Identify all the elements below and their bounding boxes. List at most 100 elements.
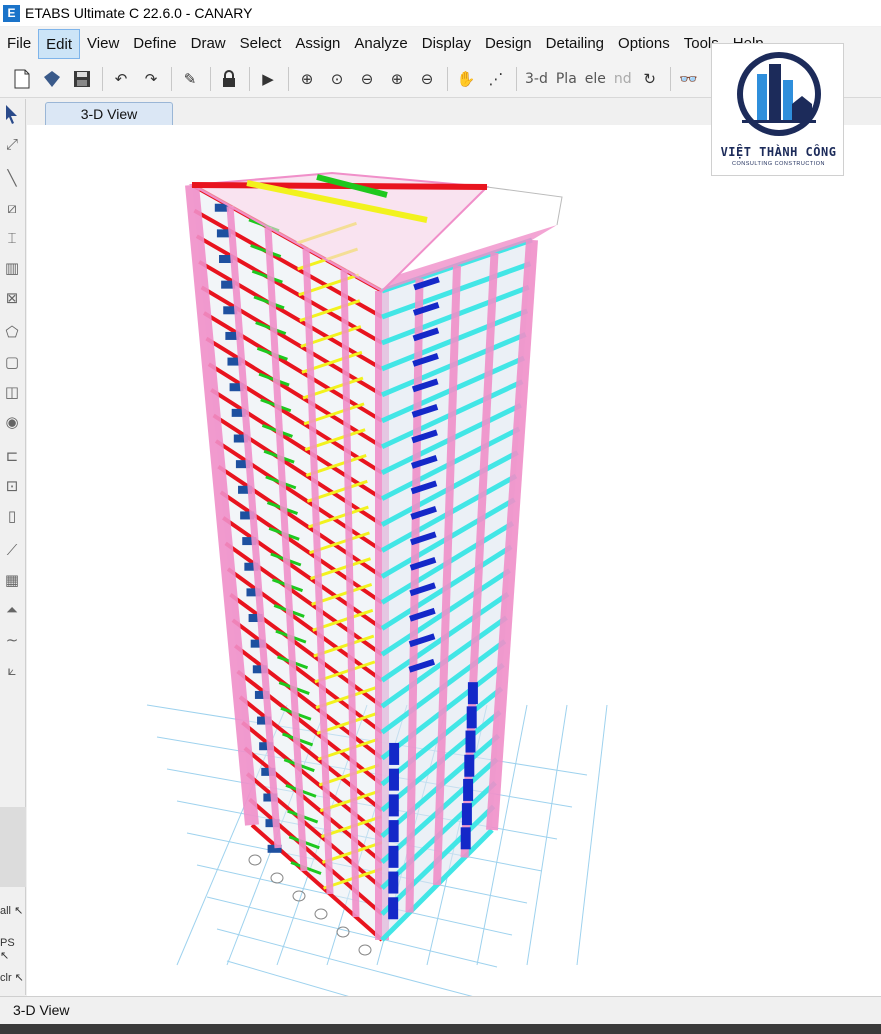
draw-grid-icon[interactable]: ▦ — [0, 565, 24, 595]
menu-edit[interactable]: Edit — [38, 28, 81, 59]
shear-wall-segment — [388, 768, 399, 791]
zoom-full-icon[interactable]: ⊙ — [323, 65, 351, 93]
nd-view-button[interactable]: nd — [610, 71, 636, 87]
elevation-view-button[interactable]: ele — [581, 71, 610, 87]
building-left-face — [185, 183, 389, 942]
menu-file[interactable]: File — [0, 29, 38, 59]
shear-wall-segment — [467, 682, 478, 705]
pencil-icon[interactable]: ✎ — [176, 65, 204, 93]
tab-3d-view[interactable]: 3-D View — [45, 102, 173, 126]
menu-analyze[interactable]: Analyze — [347, 29, 414, 59]
toolbar-separator — [102, 66, 103, 91]
grid-line — [576, 704, 608, 966]
grid-line — [216, 928, 483, 1000]
toolbar-separator — [516, 66, 517, 91]
menu-detailing[interactable]: Detailing — [539, 29, 611, 59]
menu-display[interactable]: Display — [415, 29, 478, 59]
perspective-icon[interactable]: 👓 — [675, 65, 703, 93]
menu-assign[interactable]: Assign — [288, 29, 347, 59]
support-marker — [336, 926, 350, 938]
menu-draw[interactable]: Draw — [184, 29, 233, 59]
draw-line-icon[interactable]: ╲ — [0, 163, 24, 193]
toolbar-separator — [249, 66, 250, 91]
draw-dimension-icon[interactable]: ⟀ — [0, 655, 24, 685]
toolstrip-blank-area — [0, 807, 26, 887]
support-marker — [270, 872, 284, 884]
draw-cross-brace-icon[interactable]: ⊠ — [0, 283, 24, 313]
menu-options[interactable]: Options — [611, 29, 677, 59]
draw-link-icon[interactable]: ⟋ — [0, 535, 24, 565]
roof-grid-outline — [486, 186, 563, 226]
open-file-icon[interactable] — [38, 65, 66, 93]
shear-wall-segment — [389, 742, 400, 765]
previous-selection-label: PS — [0, 937, 15, 949]
logo-building-emblem — [737, 52, 821, 136]
toolbar-separator — [210, 66, 211, 91]
draw-tendon-icon[interactable]: ⏶ — [0, 595, 24, 625]
pointer-icon[interactable] — [0, 99, 24, 129]
building-right-face — [380, 237, 538, 942]
measure-icon[interactable]: ⋰ — [482, 65, 510, 93]
window-title: ETABS Ultimate C 22.6.0 - CANARY — [25, 5, 253, 21]
toolbar-separator — [171, 66, 172, 91]
support-marker — [358, 944, 372, 956]
draw-point-icon[interactable]: ◉ — [0, 407, 24, 437]
view-3d-button[interactable]: 3-d — [521, 71, 552, 87]
draw-spline-icon[interactable]: ∼ — [0, 625, 24, 655]
etabs-app-icon[interactable]: E — [3, 4, 20, 22]
os-taskbar — [0, 1024, 881, 1034]
support-marker — [314, 908, 328, 920]
new-file-icon[interactable] — [8, 65, 36, 93]
menu-view[interactable]: View — [80, 29, 126, 59]
logo-company-name: VIỆT THÀNH CÔNG — [720, 145, 837, 159]
save-icon[interactable] — [68, 65, 96, 93]
clear-selection-button[interactable]: clr ↖ — [0, 971, 26, 984]
pan-icon[interactable]: ✋ — [452, 65, 480, 93]
menu-define[interactable]: Define — [126, 29, 183, 59]
draw-null-icon[interactable]: ▯ — [0, 501, 24, 531]
shear-wall-segment — [460, 827, 471, 850]
plan-view-button[interactable]: Pla — [552, 71, 581, 87]
menu-design[interactable]: Design — [478, 29, 539, 59]
zoom-previous-icon[interactable]: ⊖ — [353, 65, 381, 93]
draw-opening-icon[interactable]: ◫ — [0, 377, 24, 407]
model-viewport[interactable] — [27, 125, 881, 1032]
toolbar-separator — [669, 66, 671, 91]
draw-wall-icon[interactable]: ▥ — [0, 253, 24, 283]
shear-wall-segment — [388, 820, 399, 843]
select-all-button[interactable]: all ↖ — [0, 904, 26, 917]
shear-wall-segment — [465, 730, 476, 753]
draw-floor-icon[interactable]: ⬠ — [0, 317, 24, 347]
previous-selection-button[interactable]: PS ↖ — [0, 937, 26, 962]
title-bar: E ETABS Ultimate C 22.6.0 - CANARY — [0, 0, 881, 26]
status-bar: 3-D View — [0, 996, 881, 1024]
shear-wall-segment — [388, 871, 399, 894]
zoom-out-icon[interactable]: ⊖ — [413, 65, 441, 93]
grid-line — [226, 960, 468, 1032]
run-analysis-icon[interactable]: ▶ — [254, 65, 282, 93]
shear-wall-segment — [388, 897, 399, 920]
lock-icon[interactable] — [215, 65, 243, 93]
clear-selection-label: clr — [0, 972, 12, 984]
menu-select[interactable]: Select — [233, 29, 289, 59]
support-marker — [292, 890, 306, 902]
redo-icon[interactable]: ↷ — [137, 65, 165, 93]
draw-brace-icon[interactable]: ⧄ — [0, 193, 24, 223]
draw-column-icon[interactable]: ⌶ — [0, 223, 24, 253]
shear-wall-segment — [463, 778, 474, 801]
building-3d-model — [146, 171, 608, 1032]
draw-rect-floor-icon[interactable]: ▢ — [0, 347, 24, 377]
select-all-label: all — [0, 905, 12, 917]
reshape-icon[interactable]: ⤢ — [0, 129, 24, 159]
undo-icon[interactable]: ↶ — [107, 65, 135, 93]
toolbar-separator — [288, 66, 289, 91]
draw-wall-opening-icon[interactable]: ⊡ — [0, 471, 24, 501]
shear-wall-segment — [388, 845, 399, 868]
zoom-in-icon[interactable]: ⊕ — [383, 65, 411, 93]
rotate-view-icon[interactable]: ↻ — [636, 65, 664, 93]
draw-wall-stack-icon[interactable]: ⊏ — [0, 441, 24, 471]
zoom-window-icon[interactable]: ⊕ — [293, 65, 321, 93]
left-tool-strip: ⤢ ╲ ⧄ ⌶ ▥ ⊠ ⬠ ▢ ◫ ◉ ⊏ ⊡ ▯ ⟋ ▦ ⏶ ∼ ⟀ all … — [0, 99, 26, 995]
toolbar-separator — [447, 66, 448, 91]
support-marker — [248, 854, 262, 866]
